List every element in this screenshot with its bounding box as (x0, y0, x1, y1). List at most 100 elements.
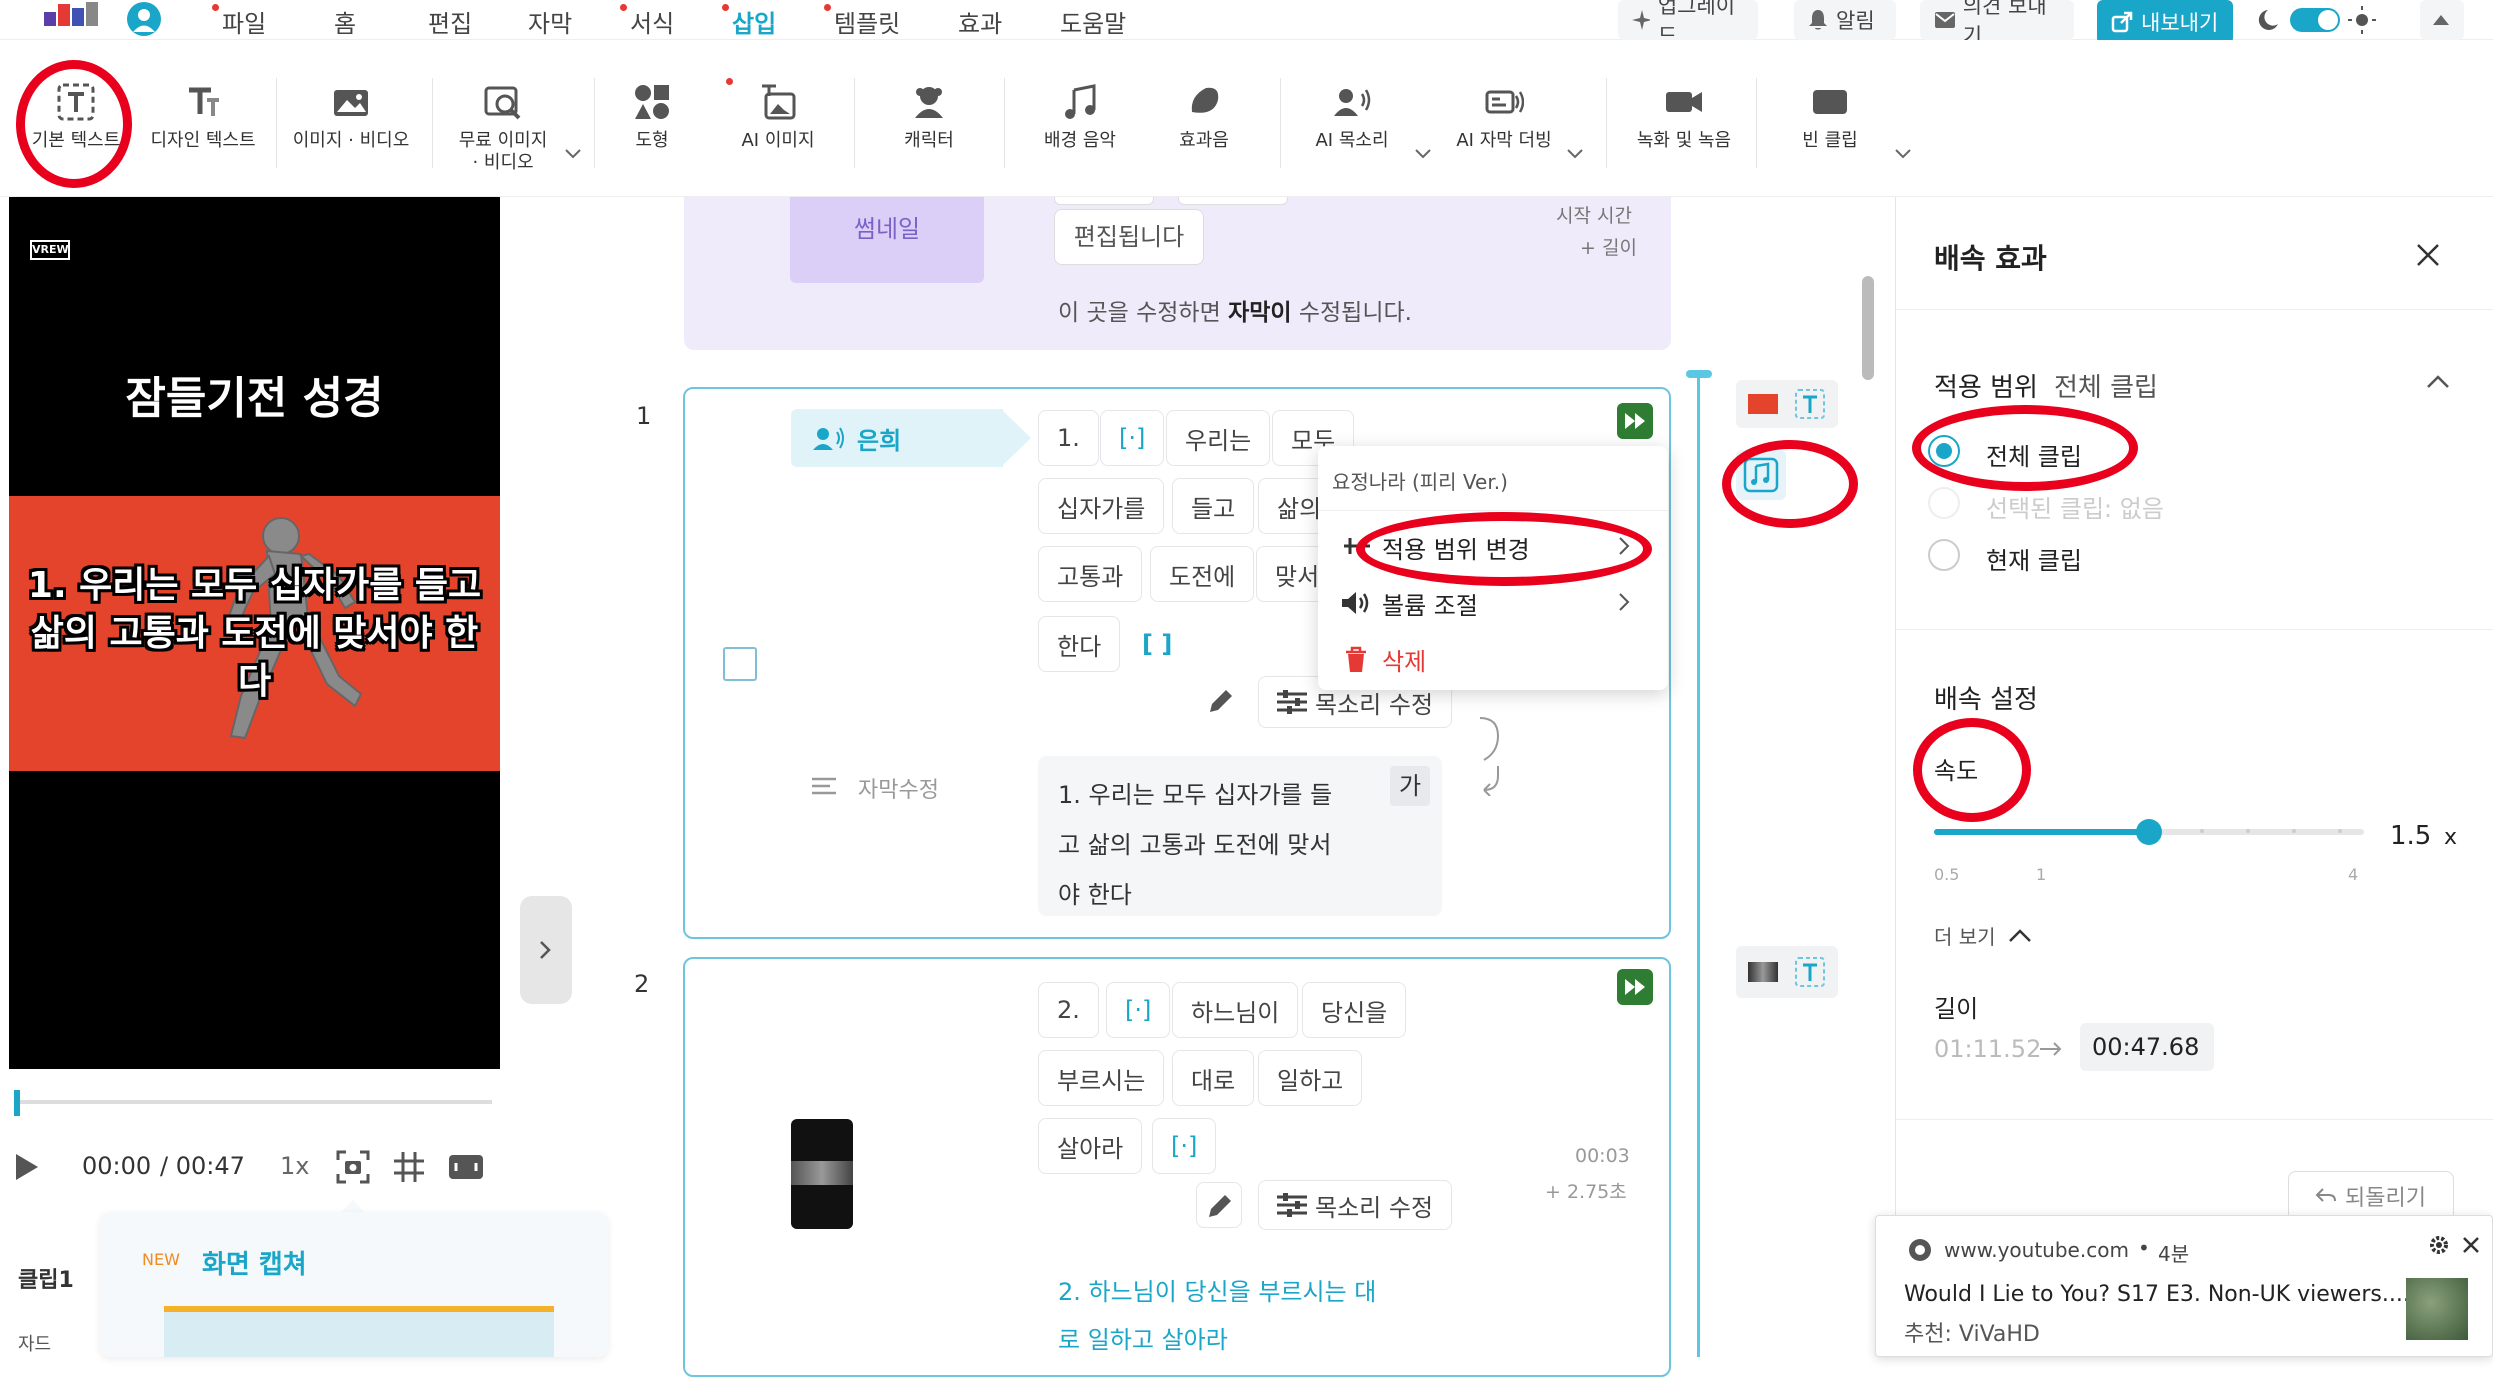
character-tool[interactable]: 캐릭터 (884, 82, 974, 152)
ai-voice-tool[interactable]: AI 목소리 (1302, 82, 1402, 152)
word-chip[interactable]: 들고 (1172, 478, 1255, 534)
menu-format[interactable]: 서식 (630, 4, 674, 39)
user-avatar-icon[interactable] (127, 2, 161, 36)
pencil-icon[interactable] (1206, 686, 1236, 716)
insert-toolbar: 기본 텍스트 디자인 텍스트 이미지 · 비디오 무료 이미지 · 비디오 도형… (0, 40, 2493, 197)
undo-icon (2315, 1188, 2336, 1202)
export-button[interactable]: 내보내기 (2097, 0, 2233, 44)
chevron-up-icon[interactable] (2008, 927, 2032, 943)
feedback-button[interactable]: 의견 보내기 (1920, 0, 2074, 48)
grid-icon[interactable] (394, 1152, 424, 1182)
clip-start-time: 00:03 (1575, 1145, 1630, 1167)
revert-button[interactable]: 되돌리기 (2288, 1171, 2454, 1221)
word-chip[interactable]: 대로 (1172, 1050, 1255, 1106)
close-icon[interactable] (2462, 1236, 2480, 1254)
pencil-button[interactable] (1196, 1182, 1242, 1228)
speaker-tag[interactable]: 은희 (791, 409, 1003, 467)
playhead[interactable] (14, 1090, 20, 1116)
dub-icon (1484, 82, 1524, 122)
image-video-tool[interactable]: 이미지 · 비디오 (288, 82, 414, 152)
edited-chip: 편집됩니다 (1054, 209, 1204, 265)
empty-clip-tool[interactable]: 빈 클립 (1782, 82, 1878, 152)
radio-current-clip-label[interactable]: 현재 클립 (1986, 541, 2082, 576)
collapse-ribbon-button[interactable] (2420, 0, 2464, 40)
word-chip[interactable]: 우리는 (1166, 410, 1271, 466)
chevron-down-icon[interactable] (1894, 148, 1912, 160)
record-tool[interactable]: 녹화 및 녹음 (1626, 82, 1742, 152)
speed-unit: x (2444, 825, 2458, 850)
word-chip[interactable]: 십자가를 (1038, 478, 1165, 534)
chevron-up-icon[interactable] (2426, 373, 2450, 389)
sfx-tool[interactable]: 효과음 (1164, 82, 1244, 152)
free-media-tool[interactable]: 무료 이미지 · 비디오 (444, 82, 562, 174)
notification-time: 4분 (2158, 1242, 2190, 1266)
word-chip[interactable]: 한다 (1038, 616, 1121, 672)
ai-dub-tool[interactable]: AI 자막 더빙 (1448, 82, 1560, 152)
screen-capture-icon[interactable] (336, 1150, 370, 1184)
word-chip[interactable]: 고통과 (1038, 546, 1143, 602)
slider-thumb[interactable] (2136, 819, 2162, 845)
next-clip-button[interactable] (1617, 403, 1653, 439)
word-chip[interactable]: [·] (1100, 410, 1165, 466)
clip-checkbox[interactable] (723, 647, 757, 681)
bgm-chip-annotation (1722, 440, 1858, 528)
word-chip[interactable]: 도전에 (1150, 546, 1255, 602)
timeline-scrollbar[interactable] (1862, 276, 1874, 380)
word-chip[interactable]: [ ] (1124, 616, 1191, 672)
notifications-button[interactable]: 알림 (1794, 0, 1896, 40)
chevron-down-icon[interactable] (564, 148, 582, 160)
voice-icon (1332, 82, 1372, 122)
word-chip[interactable]: 당신을 (1302, 982, 1407, 1038)
more-toggle[interactable]: 더 보기 (1934, 921, 1996, 950)
word-chip[interactable]: 일하고 (1258, 1050, 1363, 1106)
track-chip[interactable] (1736, 380, 1838, 428)
text-box-icon (1795, 957, 1825, 987)
menu-edit[interactable]: 편집 (428, 4, 472, 39)
ai-image-tool[interactable]: AI 이미지 (728, 82, 828, 152)
menu-help[interactable]: 도움말 (1060, 4, 1126, 39)
dark-mode-toggle[interactable] (2256, 6, 2376, 34)
settings-gear-icon[interactable] (2428, 1234, 2450, 1256)
voice-edit-button[interactable]: 목소리 수정 (1258, 1180, 1453, 1230)
clip-thumbnail[interactable] (791, 1119, 853, 1229)
menu-home[interactable]: 홈 (334, 4, 356, 39)
word-chip[interactable]: [·] (1106, 982, 1171, 1038)
word-chip[interactable]: 살아라 (1038, 1118, 1143, 1174)
subtitle-edit-box[interactable]: 1. 우리는 모두 십자가를 들 고 삶의 고통과 도전에 맞서 야 한다 (1038, 756, 1442, 916)
radio-current-clip[interactable] (1928, 539, 1960, 571)
font-style-button[interactable]: 가 (1390, 766, 1430, 806)
shape-tool[interactable]: 도형 (612, 82, 692, 152)
bgm-tool[interactable]: 배경 음악 (1030, 82, 1130, 152)
delete-item[interactable]: 삭제 (1318, 632, 1668, 684)
word-chip[interactable]: 하느님이 (1172, 982, 1299, 1038)
radio-selected-clips (1928, 487, 1960, 519)
playback-progress[interactable] (14, 1100, 492, 1104)
menu-subtitle[interactable]: 자막 (528, 4, 572, 39)
playback-speed-button[interactable]: 1x (280, 1152, 309, 1180)
menu-effects[interactable]: 효과 (958, 4, 1002, 39)
chevron-down-icon[interactable] (1414, 148, 1432, 160)
total-time: / 00:47 (160, 1152, 245, 1180)
subtitle-edit-label: 자막수정 (858, 778, 939, 803)
clip2-subtitle[interactable]: 2. 하느님이 당신을 부르시는 대 로 일하고 살아라 (1058, 1268, 1376, 1364)
menu-file[interactable]: 파일 (222, 4, 266, 39)
aspect-ratio-icon[interactable] (448, 1154, 484, 1180)
upgrade-button[interactable]: 업그레이드 (1618, 0, 1758, 48)
close-icon[interactable] (2416, 243, 2440, 267)
word-chip[interactable]: [·] (1152, 1118, 1217, 1174)
play-icon[interactable] (14, 1152, 40, 1182)
speed-slider[interactable] (1934, 819, 2364, 845)
menu-insert[interactable]: 삽입 (725, 4, 783, 45)
word-chip[interactable]: 1. (1038, 410, 1099, 466)
menu-template[interactable]: 템플릿 (834, 4, 900, 39)
word-chip[interactable]: 2. (1038, 982, 1099, 1038)
youtube-notification[interactable]: www.youtube.com • 4분 Would I Lie to You?… (1875, 1215, 2493, 1357)
speed-value[interactable]: 1.5 (2390, 821, 2431, 851)
word-chip[interactable]: 부르시는 (1038, 1050, 1165, 1106)
chevron-down-icon[interactable] (1566, 148, 1584, 160)
collapse-preview-button[interactable] (520, 896, 572, 1004)
next-clip-button[interactable] (1617, 969, 1653, 1005)
length-after[interactable]: 00:47.68 (2080, 1023, 2214, 1071)
track-chip[interactable] (1736, 946, 1838, 998)
design-text-tool[interactable]: 디자인 텍스트 (148, 82, 258, 152)
